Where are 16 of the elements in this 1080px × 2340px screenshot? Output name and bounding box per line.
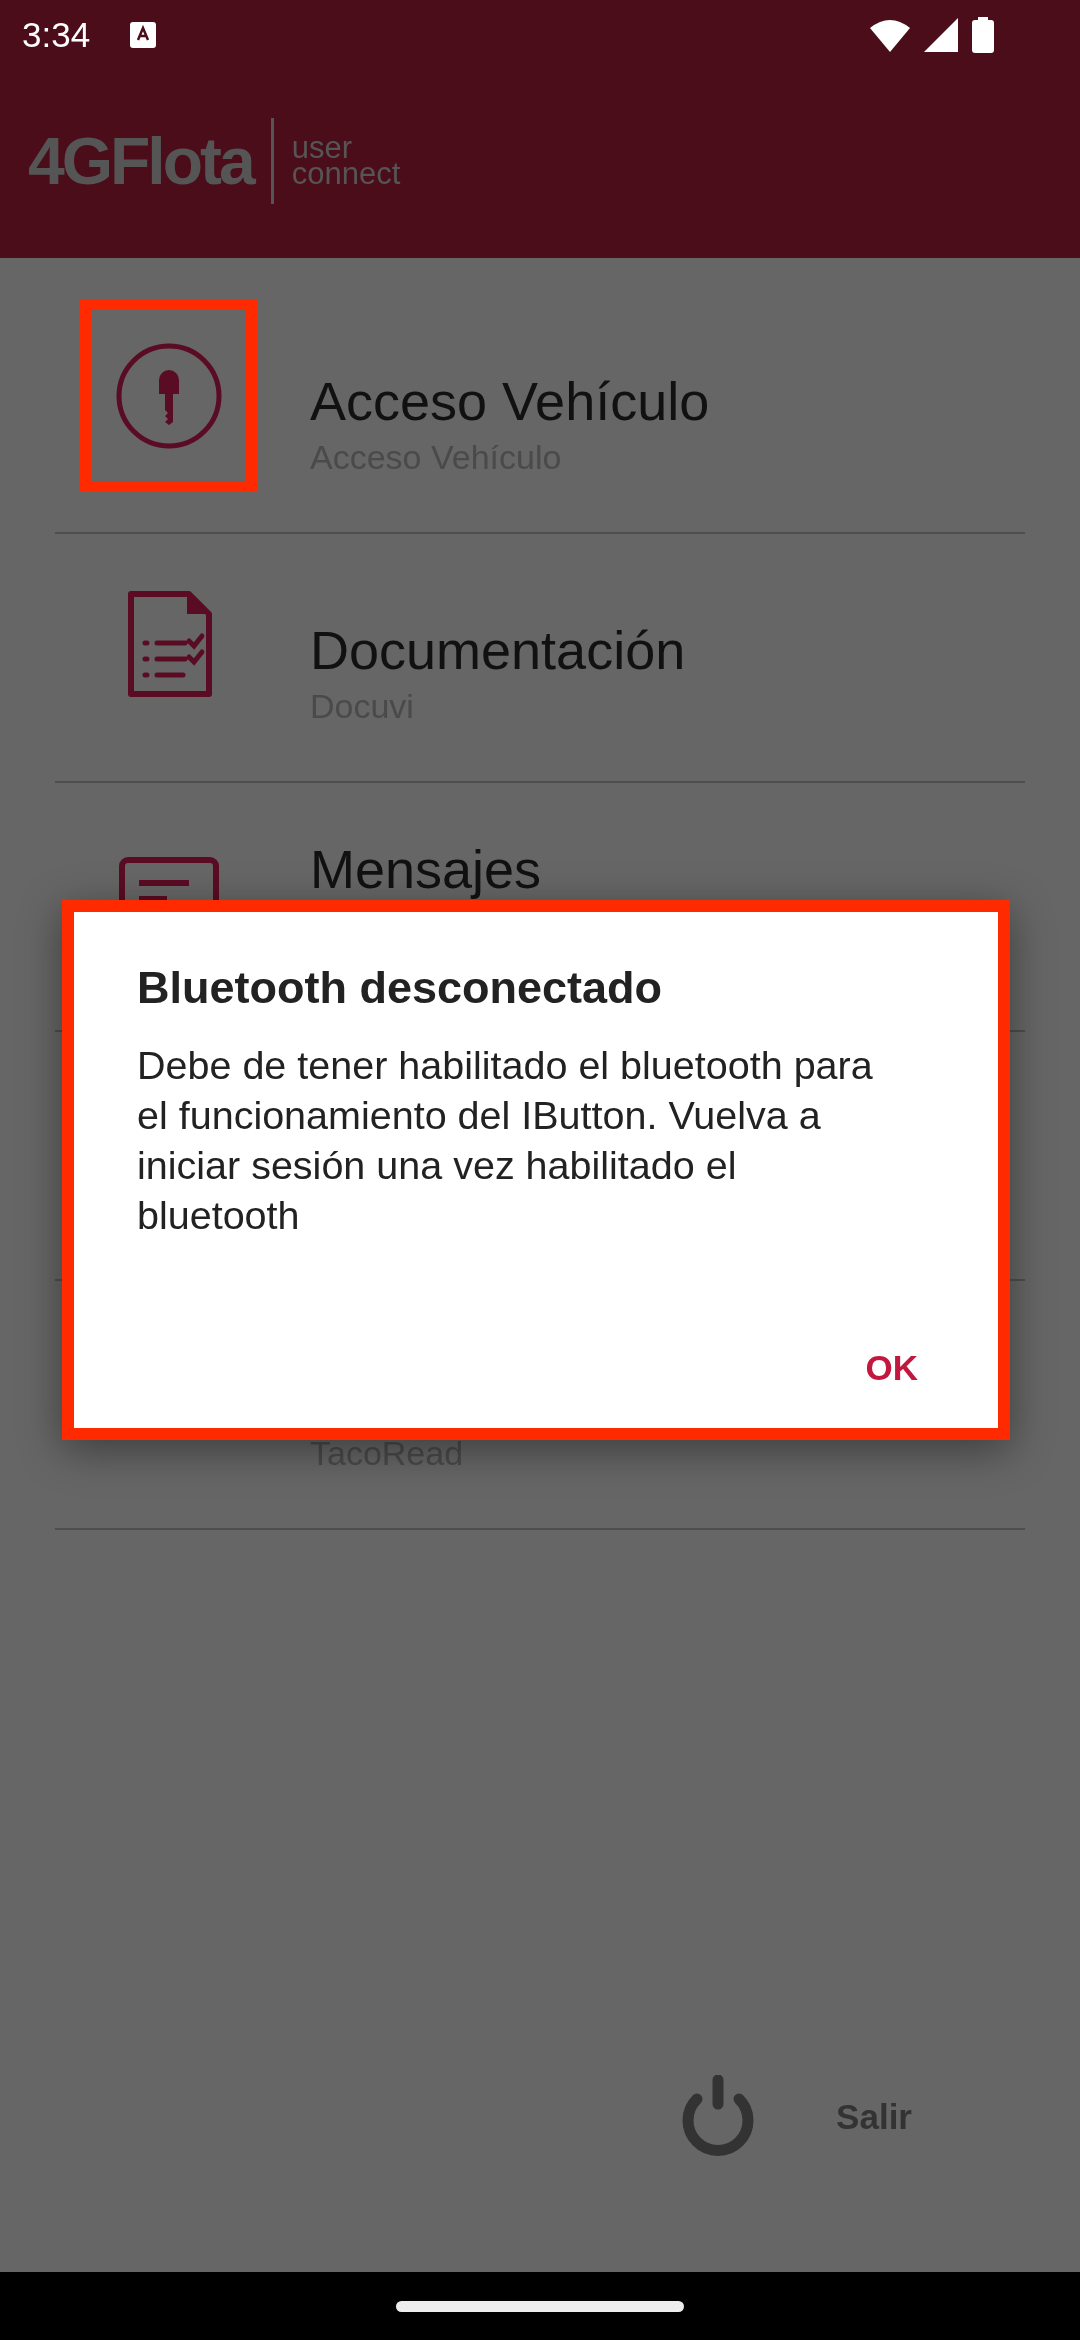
menu-item-title[interactable]: Mensajes <box>310 838 542 900</box>
logo-tagline: connect <box>291 161 401 187</box>
menu-item-title[interactable]: Acceso Vehículo <box>310 370 710 432</box>
ok-button[interactable]: OK <box>845 1338 938 1398</box>
dialog-message: Debe de tener habilitado el bluetooth para el funcionamiento del IButton. Vuelva a iniciar sesión una vez habilitado el bluetooth <box>137 1042 874 1239</box>
logo-tagline: user <box>291 135 352 161</box>
home-handle[interactable] <box>396 2300 684 2312</box>
battery-icon <box>972 17 994 53</box>
signal-icon <box>924 18 958 52</box>
app-logo: 4GFlota <box>28 123 253 199</box>
dialog-title: Bluetooth desconectado <box>137 962 664 1014</box>
notification-icon <box>130 22 157 48</box>
wifi-icon <box>870 18 910 52</box>
key-icon <box>114 341 223 450</box>
status-time: 3:34 <box>22 15 91 55</box>
menu-item-title[interactable]: Documentación <box>310 619 686 681</box>
